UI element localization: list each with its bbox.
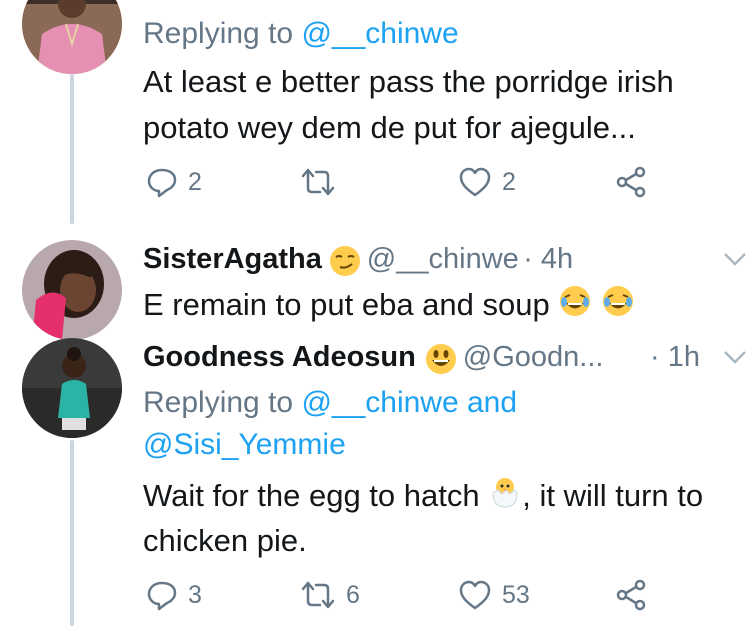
avatar-user-1[interactable]	[22, 0, 122, 74]
retweet-count: 6	[346, 580, 360, 609]
like-button[interactable]: 53	[458, 577, 530, 613]
reply-mention-link[interactable]: @__chinwe	[301, 17, 458, 50]
tweet-menu-button[interactable]	[722, 250, 748, 273]
replying-to-line-2: @Sisi_Yemmie	[143, 425, 346, 465]
retweet-button[interactable]	[300, 164, 336, 200]
share-icon	[616, 579, 646, 611]
avatar-sisteragatha[interactable]	[22, 240, 122, 340]
replying-to-line: Replying to @__chinwe and	[143, 383, 517, 423]
reply-mention-link[interactable]: @Sisi_Yemmie	[143, 428, 346, 461]
reply-button[interactable]: 2	[146, 164, 202, 200]
replying-to-label: Replying to	[143, 386, 302, 419]
tweet-time[interactable]: · 1h	[650, 341, 700, 374]
avatar-image	[22, 338, 122, 438]
display-name[interactable]: SisterAgatha	[143, 243, 322, 275]
reply-icon	[147, 168, 177, 198]
tweet-text-line-2: potato wey dem de put for ajegule...	[143, 110, 636, 145]
reply-button[interactable]: 3	[146, 577, 202, 613]
display-name[interactable]: Goodness Adeosun	[143, 341, 416, 373]
user-handle[interactable]: @Goodn...	[463, 341, 604, 373]
retweet-button[interactable]: 6	[300, 577, 360, 613]
tweet-text-part: Wait for the egg to hatch	[143, 478, 480, 513]
grinning-emoji	[424, 342, 458, 381]
replying-to-label: Replying to	[143, 17, 302, 50]
reply-count: 3	[188, 580, 202, 609]
like-button[interactable]: 2	[458, 164, 516, 200]
like-icon	[459, 580, 491, 610]
tweet-time[interactable]: · 4h	[523, 243, 573, 275]
reply-count: 2	[188, 167, 202, 196]
like-count: 53	[502, 580, 530, 609]
tweet-header-goodness: Goodness Adeosun @Goodn...	[143, 341, 603, 381]
thread-line	[70, 74, 74, 224]
avatar-image	[22, 0, 122, 74]
replying-to-line: Replying to @__chinwe	[143, 14, 459, 54]
avatar-image	[22, 240, 122, 340]
reply-icon	[147, 581, 177, 611]
retweet-icon	[301, 168, 335, 196]
share-button[interactable]	[614, 164, 648, 200]
avatar-goodness[interactable]	[22, 338, 122, 438]
reply-mention-link[interactable]: @__chinwe and	[301, 386, 517, 419]
tweet-text-part: , it will turn to	[522, 478, 704, 513]
chevron-down-icon	[724, 351, 746, 364]
hatching-chick-emoji	[488, 475, 522, 520]
thread-line	[70, 440, 74, 626]
like-count: 2	[502, 167, 516, 196]
tweet-text-line-1: At least e better pass the porridge iris…	[143, 64, 674, 99]
tweet-text: E remain to put eba and soup	[143, 283, 635, 329]
retweet-icon	[301, 581, 335, 609]
tweet-text-line-2: chicken pie.	[143, 523, 307, 558]
share-button[interactable]	[614, 577, 648, 613]
tweet-text-body: E remain to put eba and soup	[143, 287, 550, 322]
laughing-emoji	[601, 284, 635, 329]
like-icon	[459, 167, 491, 197]
share-icon	[616, 166, 646, 198]
tweet-header-sisteragatha: SisterAgatha @__chinwe · 4h	[143, 243, 573, 283]
laughing-emoji	[558, 284, 592, 329]
user-handle[interactable]: @__chinwe	[367, 243, 519, 275]
tweet-text-line-1: Wait for the egg to hatch , it will turn…	[143, 474, 703, 520]
chevron-down-icon	[724, 253, 746, 266]
smirk-emoji	[328, 244, 362, 283]
tweet-menu-button[interactable]	[722, 348, 748, 371]
